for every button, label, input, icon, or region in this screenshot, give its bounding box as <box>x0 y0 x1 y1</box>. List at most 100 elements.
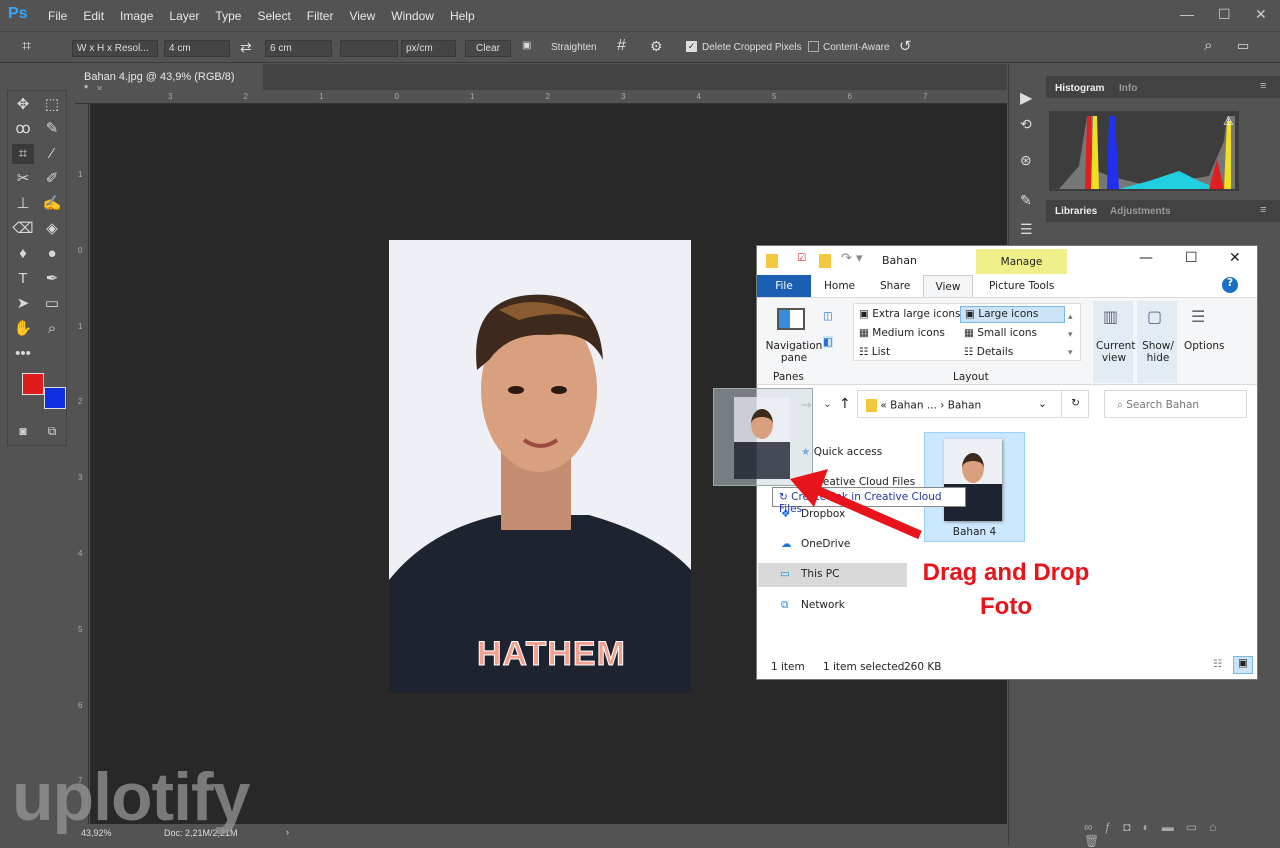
tab-picture-tools[interactable]: Picture Tools <box>989 280 1054 292</box>
marquee-tool-icon[interactable]: ⬚ <box>41 95 63 115</box>
height-field[interactable]: 6 cm <box>265 40 332 57</box>
resolution-field[interactable] <box>340 40 398 57</box>
tab-share[interactable]: Share <box>880 280 910 292</box>
healing-tool-icon[interactable]: ✂ <box>12 169 34 189</box>
clear-button[interactable]: Clear <box>465 40 511 57</box>
crop-preset-select[interactable]: W x H x Resol... <box>72 40 158 57</box>
content-aware-checkbox[interactable] <box>808 41 819 52</box>
search-input[interactable]: ⌕ Search Bahan <box>1104 390 1247 418</box>
blur-tool-icon[interactable]: ♦ <box>12 244 34 264</box>
close-icon[interactable]: ✕ <box>1255 6 1267 23</box>
eyedropper-tool-icon[interactable]: ⁄ <box>41 144 63 164</box>
dodge-tool-icon[interactable]: ● <box>41 244 63 264</box>
show-hide-button[interactable]: ▢ Show/ hide <box>1137 301 1177 383</box>
menu-file[interactable]: File <box>48 9 67 23</box>
manage-context-tab[interactable]: Manage <box>976 249 1067 274</box>
recent-dropdown-icon[interactable]: ⌄ <box>823 398 832 410</box>
move-tool-icon[interactable]: ✥ <box>12 95 34 115</box>
menu-filter[interactable]: Filter <box>307 9 334 23</box>
details-pane-icon[interactable]: ◧ <box>823 336 833 348</box>
layout-large-icons[interactable]: ▣ Large icons <box>960 306 1065 323</box>
address-dropdown-icon[interactable]: ⌄ <box>1038 398 1047 410</box>
quick-mask-icon[interactable]: ◙ <box>12 421 34 441</box>
minimize-icon[interactable]: — <box>1180 6 1194 22</box>
gear-icon[interactable]: ⚙ <box>650 38 663 55</box>
menu-layer[interactable]: Layer <box>169 9 199 23</box>
stamp-tool-icon[interactable]: ⊥ <box>12 194 34 214</box>
overlay-grid-icon[interactable]: # <box>617 37 626 55</box>
panel-menu-icon[interactable]: ≡ <box>1260 80 1266 92</box>
brush-tool-icon[interactable]: ✐ <box>41 169 63 189</box>
nav-network[interactable]: Network <box>801 599 845 611</box>
breadcrumb-parent[interactable]: Bahan ... <box>890 400 937 412</box>
background-color-swatch[interactable] <box>44 387 66 409</box>
details-view-icon[interactable]: ☷ <box>1213 658 1222 670</box>
path-select-icon[interactable]: ➤ <box>12 294 34 314</box>
tab-libraries[interactable]: Libraries <box>1055 206 1097 217</box>
menu-help[interactable]: Help <box>450 9 475 23</box>
nav-this-pc[interactable]: ▭ This PC <box>758 563 907 587</box>
straighten-button[interactable]: Straighten <box>551 42 597 53</box>
properties-icon[interactable]: ☰ <box>1020 221 1033 238</box>
history-icon[interactable]: ⟲ <box>1020 116 1032 133</box>
layout-list[interactable]: ☷ List <box>859 346 890 358</box>
play-action-icon[interactable]: ▶ <box>1020 88 1032 108</box>
menu-view[interactable]: View <box>349 9 375 23</box>
layout-medium-icons[interactable]: ▦ Medium icons <box>859 327 945 339</box>
address-bar[interactable]: « Bahan ... › Bahan ⌄ ↻ <box>857 390 1089 418</box>
tab-home[interactable]: Home <box>824 280 855 292</box>
hand-tool-icon[interactable]: ✋ <box>12 319 34 339</box>
tab-adjustments[interactable]: Adjustments <box>1110 206 1171 217</box>
unit-select[interactable]: px/cm <box>401 40 456 57</box>
navigation-pane-button[interactable]: Navigation pane <box>764 340 824 364</box>
tab-info[interactable]: Info <box>1119 83 1137 94</box>
menu-select[interactable]: Select <box>257 9 290 23</box>
current-view-button[interactable]: ▥ Current view <box>1093 301 1135 383</box>
layout-scroll-icon[interactable]: ▴ ▾ ▾ <box>1068 308 1073 362</box>
tab-view[interactable]: View <box>923 275 973 298</box>
eraser-tool-icon[interactable]: ⌫ <box>12 219 34 239</box>
rectangle-tool-icon[interactable]: ▭ <box>41 294 63 314</box>
nav-quick-access[interactable]: ★ Quick access <box>801 446 882 458</box>
search-icon[interactable]: ⌕ <box>1204 37 1212 54</box>
preview-pane-icon[interactable]: ◫ <box>823 310 833 322</box>
refresh-icon[interactable]: ↻ <box>1061 391 1089 417</box>
quick-select-tool-icon[interactable]: ✎ <box>41 119 63 139</box>
menu-type[interactable]: Type <box>215 9 241 23</box>
menu-edit[interactable]: Edit <box>83 9 104 23</box>
delete-cropped-checkbox[interactable]: ✓ <box>686 41 697 52</box>
3d-icon[interactable]: ⊛ <box>1020 152 1032 169</box>
pen-tool-icon[interactable]: ✒ <box>41 269 63 289</box>
help-icon[interactable]: ? <box>1222 277 1238 293</box>
warning-icon[interactable]: ⚠ <box>1223 114 1234 128</box>
document-tab[interactable]: Bahan 4.jpg @ 43,9% (RGB/8) * × <box>75 64 263 95</box>
panel-menu-icon[interactable]: ≡ <box>1260 204 1266 216</box>
type-tool-icon[interactable]: T <box>12 269 34 289</box>
brushes-icon[interactable]: ✎ <box>1020 192 1032 209</box>
straighten-icon[interactable]: ▣ <box>522 40 531 51</box>
new-folder-icon[interactable] <box>819 254 831 268</box>
tab-histogram[interactable]: Histogram <box>1055 83 1104 94</box>
large-icons-view-icon[interactable]: ▣ <box>1233 656 1253 674</box>
menu-image[interactable]: Image <box>120 9 153 23</box>
document-image[interactable]: HATHEM <box>389 240 691 693</box>
crop-tool-icon[interactable]: ⌗ <box>22 38 31 56</box>
properties-icon[interactable]: ☑ <box>797 252 806 264</box>
history-brush-icon[interactable]: ✍ <box>41 194 63 214</box>
workspace-icon[interactable]: ▭ <box>1237 38 1249 54</box>
bucket-tool-icon[interactable]: ◈ <box>41 219 63 239</box>
minimize-icon[interactable]: — <box>1139 250 1153 266</box>
maximize-icon[interactable]: ☐ <box>1185 250 1198 266</box>
layout-small-icons[interactable]: ▦ Small icons <box>964 327 1037 339</box>
reset-icon[interactable]: ↺ <box>899 37 912 55</box>
foreground-color-swatch[interactable] <box>22 373 44 395</box>
layers-footer-icons[interactable]: ∞ƒ◘◐▬▭⌂🗑 <box>1046 814 1280 848</box>
layout-details[interactable]: ☷ Details <box>964 346 1013 358</box>
status-menu-arrow-icon[interactable]: › <box>286 827 289 837</box>
lasso-tool-icon[interactable]: ꝏ <box>12 119 34 139</box>
layout-extra-large-icons[interactable]: ▣ Extra large icons <box>859 308 961 320</box>
swap-icon[interactable]: ⇄ <box>240 39 252 56</box>
breadcrumb-current[interactable]: Bahan <box>948 400 981 412</box>
screen-mode-icon[interactable]: ⧉ <box>41 421 63 441</box>
close-icon[interactable]: ✕ <box>1229 250 1241 266</box>
